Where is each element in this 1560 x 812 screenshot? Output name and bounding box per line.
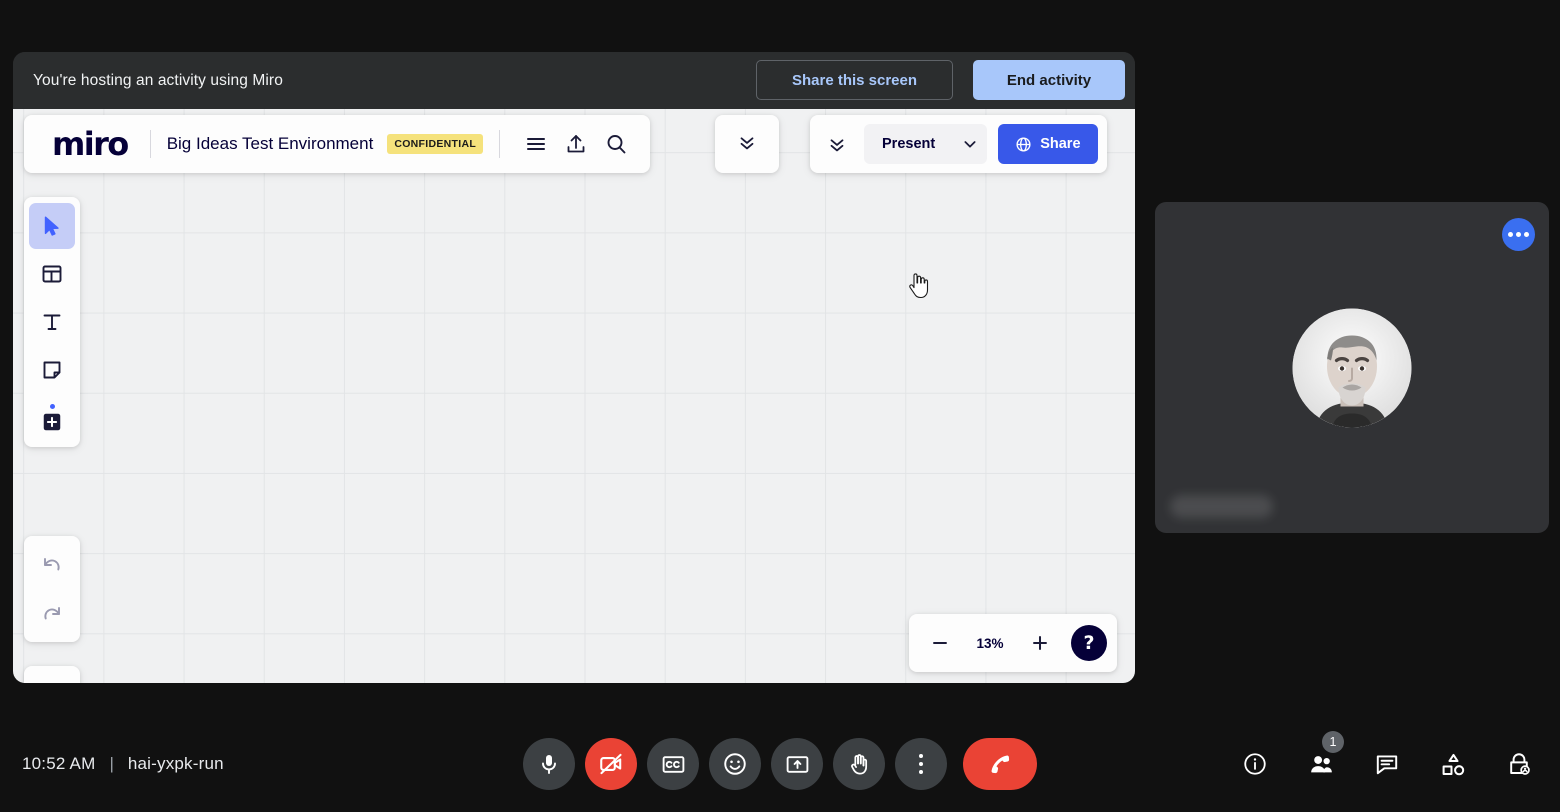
minus-icon <box>929 632 951 654</box>
chevron-down-icon[interactable] <box>953 124 988 164</box>
more-options-button[interactable] <box>895 738 947 790</box>
header-divider-2 <box>499 130 501 158</box>
present-collapse-chevron-icon[interactable] <box>810 115 864 173</box>
emoji-smiley-icon <box>722 751 748 777</box>
text-t-icon <box>40 310 64 334</box>
miro-present-share-panel: Present Share <box>810 115 1107 173</box>
undo-tool[interactable] <box>29 542 75 588</box>
microphone-icon <box>537 752 561 776</box>
meeting-right-controls: 1 <box>1232 731 1542 787</box>
text-tool[interactable] <box>29 299 75 345</box>
miro-board-canvas[interactable]: miro Big Ideas Test Environment CONFIDEN… <box>13 109 1135 683</box>
chat-button[interactable] <box>1364 741 1410 787</box>
screen-share-icon <box>785 752 810 777</box>
host-banner-message: You're hosting an activity using Miro <box>33 71 283 89</box>
meeting-center-controls <box>523 738 1037 790</box>
reactions-button[interactable] <box>709 738 761 790</box>
help-button[interactable]: ? <box>1071 625 1107 661</box>
present-now-button[interactable] <box>771 738 823 790</box>
search-icon[interactable] <box>596 124 636 164</box>
more-apps-tool[interactable] <box>29 395 75 441</box>
shared-screen-window: You're hosting an activity using Miro Sh… <box>13 52 1135 683</box>
mouse-pointer-hand-icon <box>907 273 929 299</box>
host-controls-button[interactable] <box>1496 741 1542 787</box>
share-button-label: Share <box>1040 136 1081 152</box>
sticky-note-icon <box>40 358 64 382</box>
board-title[interactable]: Big Ideas Test Environment <box>167 134 374 154</box>
participant-avatar <box>1292 308 1412 427</box>
captions-button[interactable] <box>647 738 699 790</box>
globe-icon <box>1015 136 1032 153</box>
plus-icon <box>1029 632 1051 654</box>
microphone-button[interactable] <box>523 738 575 790</box>
camera-off-icon <box>598 751 624 777</box>
confidential-badge: CONFIDENTIAL <box>387 134 484 154</box>
meeting-code: hai-yxpk-run <box>127 754 224 773</box>
miro-header-collapse-panel[interactable] <box>715 115 779 173</box>
participant-name-label <box>1170 495 1273 518</box>
redo-arrow-icon <box>40 601 64 625</box>
shapes-activities-icon <box>1440 751 1467 778</box>
miro-zoom-controls: 13% ? <box>909 614 1117 672</box>
camera-button[interactable] <box>585 738 637 790</box>
plus-square-icon <box>41 403 63 433</box>
header-divider-1 <box>149 130 151 158</box>
info-circle-icon <box>1242 751 1268 777</box>
layout-template-icon <box>40 262 64 286</box>
miro-history-panel <box>24 536 80 642</box>
hamburger-menu-icon[interactable] <box>516 124 556 164</box>
chat-bubble-icon <box>1374 751 1400 777</box>
share-this-screen-button[interactable]: Share this screen <box>756 60 953 100</box>
lock-host-icon <box>1506 751 1532 777</box>
chevron-double-down-icon[interactable] <box>736 131 758 158</box>
miro-sidebar-toggle-panel <box>24 666 80 683</box>
undo-arrow-icon <box>40 553 64 577</box>
share-button[interactable]: Share <box>998 124 1098 164</box>
miro-header-toolbar: miro Big Ideas Test Environment CONFIDEN… <box>24 115 651 173</box>
people-button[interactable]: 1 <box>1298 731 1344 787</box>
host-activity-banner: You're hosting an activity using Miro Sh… <box>13 52 1135 109</box>
upload-icon[interactable] <box>556 124 596 164</box>
zoom-in-button[interactable] <box>1019 622 1061 664</box>
meeting-bottom-bar: 10:52 AM | hai-yxpk-run 1 <box>0 716 1560 812</box>
meeting-info: 10:52 AM | hai-yxpk-run <box>22 754 224 774</box>
more-vertical-icon <box>918 754 924 774</box>
present-button[interactable]: Present <box>864 124 954 164</box>
raise-hand-button[interactable] <box>833 738 885 790</box>
sticky-note-tool[interactable] <box>29 347 75 393</box>
meeting-info-separator: | <box>109 754 114 773</box>
people-count-badge: 1 <box>1322 731 1344 753</box>
miro-logo[interactable]: miro <box>38 128 134 160</box>
phone-hangup-icon <box>986 750 1014 778</box>
end-activity-button[interactable]: End activity <box>973 60 1125 100</box>
people-icon <box>1308 751 1335 778</box>
templates-tool[interactable] <box>29 251 75 297</box>
redo-tool[interactable] <box>29 590 75 636</box>
zoom-out-button[interactable] <box>919 622 961 664</box>
miro-tools-panel <box>24 197 80 447</box>
zoom-level-label[interactable]: 13% <box>965 636 1015 651</box>
sidebar-panel-icon <box>40 683 65 684</box>
leave-call-button[interactable] <box>963 738 1037 790</box>
raised-hand-icon <box>847 752 872 777</box>
more-horizontal-icon[interactable] <box>1502 218 1535 251</box>
cursor-arrow-icon <box>40 214 64 238</box>
toggle-sidebar-tool[interactable] <box>29 672 75 683</box>
closed-captions-icon <box>661 752 686 777</box>
activities-button[interactable] <box>1430 741 1476 787</box>
participant-video-tile[interactable] <box>1155 202 1549 533</box>
meeting-details-button[interactable] <box>1232 741 1278 787</box>
select-tool[interactable] <box>29 203 75 249</box>
meeting-time: 10:52 AM <box>22 754 96 773</box>
